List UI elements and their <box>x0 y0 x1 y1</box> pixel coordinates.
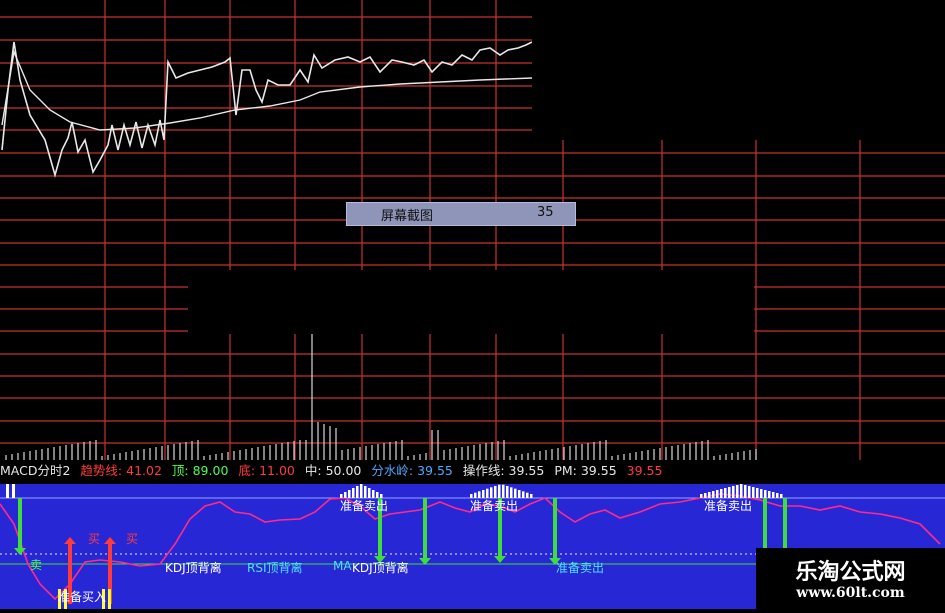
operation-label: 操作线: 39.55 <box>462 463 545 478</box>
buy-marker-1: 买 <box>88 532 101 546</box>
top-signal-bar <box>772 492 775 498</box>
sell-signal-3: 准备卖出 <box>704 499 753 513</box>
popup-value: 35 <box>537 205 554 220</box>
top-signal-bar <box>776 493 779 498</box>
top-signal-bar <box>518 490 521 498</box>
top-signal-bar <box>764 490 767 498</box>
down-arrow-shaft <box>18 498 22 548</box>
rsi-top-divergence: RSI顶背离 <box>247 561 303 575</box>
top-label: 顶: 89.00 <box>171 463 229 478</box>
top-signal-bar <box>752 487 755 498</box>
trend-label: 趋势线: 41.02 <box>80 463 162 478</box>
top-signal-bar <box>12 484 15 498</box>
top-signal-bar <box>502 484 505 498</box>
down-arrow-head <box>494 556 506 563</box>
top-signal-bar <box>530 494 533 498</box>
watermark-title: 乐淘公式网 <box>795 559 906 585</box>
indicator-name: MACD分时2 <box>0 463 71 478</box>
top-signal-bar <box>700 494 703 498</box>
bottom-signal-bar <box>108 589 111 609</box>
top-signal-bar <box>360 484 363 498</box>
bottom-label: 底: 11.00 <box>238 463 295 478</box>
sell-partial-label: 准备卖出 <box>556 561 605 575</box>
chart-stage: 屏幕截图 35 MACD分时2 趋势线: 41.02 顶: 89.00 底: 1… <box>0 0 945 609</box>
kdj-top-divergence: KDJ顶背离 <box>165 561 222 575</box>
volume-bars <box>5 332 757 460</box>
sell-marker: 卖 <box>30 558 43 572</box>
pm-label: PM: 39.55 <box>554 463 617 478</box>
top-signal-bar <box>526 492 529 498</box>
down-arrow-shaft <box>553 498 557 558</box>
top-signal-bar <box>522 491 525 498</box>
top-signal-bar <box>740 484 743 498</box>
buy-marker-2: 买 <box>126 532 139 546</box>
mid-label: 中: 50.00 <box>304 463 362 478</box>
popup-title: 屏幕截图 <box>381 209 434 224</box>
down-arrow-shaft <box>423 498 427 558</box>
up-arrow-head <box>64 537 76 544</box>
watermark-url: www.60lt.com <box>796 585 905 601</box>
ridge-label: 分水岭: 39.55 <box>371 463 453 478</box>
top-signal-bars <box>6 484 783 498</box>
sell-signal-2: 准备卖出 <box>470 499 519 513</box>
extra-value: 39.55 <box>626 463 663 478</box>
top-signal-bar <box>780 494 783 498</box>
indicator-readout: MACD分时2 趋势线: 41.02 顶: 89.00 底: 11.00 中: … <box>0 461 760 481</box>
top-signal-bar <box>498 484 501 498</box>
up-arrow-head <box>104 537 116 544</box>
sell-signal-1: 准备卖出 <box>340 499 389 513</box>
kdj-top-divergence-2: KDJ顶背离 <box>352 561 409 575</box>
site-watermark: 乐淘公式网 www.60lt.com <box>756 548 945 609</box>
blank-region-mid <box>188 270 754 334</box>
macd-partial-label: MA <box>333 559 352 573</box>
top-signal-bar <box>768 491 771 498</box>
blank-region-top <box>532 0 945 140</box>
top-signal-bar <box>756 488 759 498</box>
screenshot-popup[interactable]: 屏幕截图 35 <box>346 202 576 226</box>
buy-prepare-signal: 准备买入 <box>58 590 107 604</box>
top-signal-bar <box>760 489 763 498</box>
top-signal-bar <box>6 484 9 498</box>
